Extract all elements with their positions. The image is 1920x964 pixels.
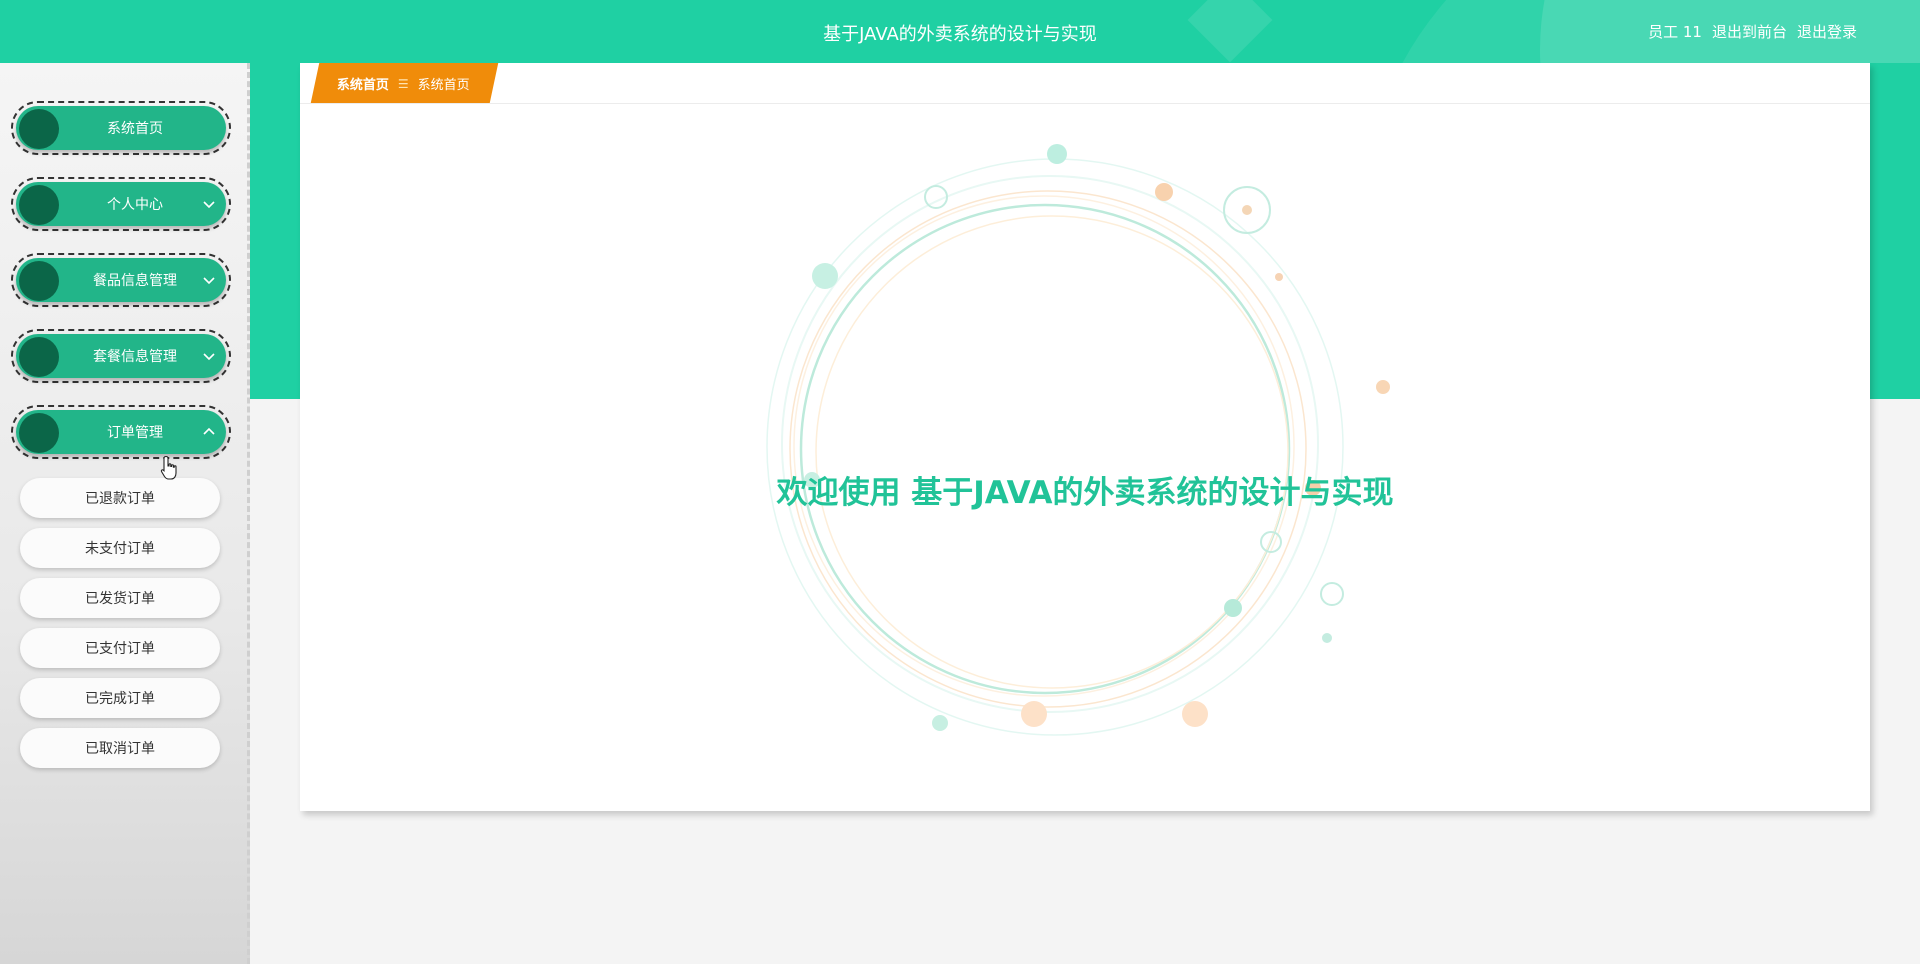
submenu-item-paid-orders[interactable]: 已支付订单 [20,628,220,668]
breadcrumb-current: 系统首页 [417,77,470,93]
breadcrumb-home-link[interactable]: 系统首页 [337,74,389,93]
hand-cursor-icon [160,455,177,480]
logout-link[interactable]: 退出登录 [1797,21,1857,42]
sidebar-item-home[interactable]: 系统首页 [11,101,231,155]
sidebar-item-label: 个人中心 [107,197,163,213]
chevron-down-icon [203,353,215,361]
main-content-card: 系统首页 ☰ 系统首页 欢迎使用 基于JAVA的外卖系统的设计与实现 [300,63,1870,811]
menu-knob-icon [19,413,59,453]
front-page-link[interactable]: 退出到前台 [1712,21,1787,42]
sidebar-item-label: 餐品信息管理 [93,273,177,289]
chevron-down-icon [203,201,215,209]
sidebar-item-label: 系统首页 [107,121,163,137]
menu-knob-icon [19,109,59,149]
sidebar-item-dish-management[interactable]: 餐品信息管理 [11,253,231,307]
submenu-item-cancelled-orders[interactable]: 已取消订单 [20,728,220,768]
menu-knob-icon [19,261,59,301]
user-links: 员工 11 退出到前台 退出登录 [1648,21,1857,42]
sidebar-item-label: 套餐信息管理 [93,349,177,365]
submenu-item-refunded-orders[interactable]: 已退款订单 [20,478,220,518]
submenu-item-shipped-orders[interactable]: 已发货订单 [20,578,220,618]
welcome-message: 欢迎使用 基于JAVA的外卖系统的设计与实现 [776,475,1394,511]
tab-bar: 系统首页 ☰ 系统首页 [300,63,1870,104]
user-name-label: 员工 11 [1648,23,1702,41]
app-title: 基于JAVA的外卖系统的设计与实现 [823,24,1097,45]
welcome-circle-decoration [766,144,1390,736]
sidebar-item-label: 订单管理 [107,425,163,441]
menu-knob-icon [19,185,59,225]
breadcrumb: 系统首页 ☰ 系统首页 [310,63,499,103]
top-header: 基于JAVA的外卖系统的设计与实现 员工 11 退出到前台 退出登录 [0,0,1920,63]
welcome-area: 欢迎使用 基于JAVA的外卖系统的设计与实现 [300,104,1870,811]
sidebar-item-combo-management[interactable]: 套餐信息管理 [11,329,231,383]
menu-knob-icon [19,337,59,377]
sidebar-item-personal-center[interactable]: 个人中心 [11,177,231,231]
submenu-item-unpaid-orders[interactable]: 未支付订单 [20,528,220,568]
breadcrumb-separator-icon: ☰ [398,76,409,90]
submenu-item-completed-orders[interactable]: 已完成订单 [20,678,220,718]
chevron-down-icon [203,277,215,285]
sidebar-item-order-management[interactable]: 订单管理 [11,405,231,459]
sidebar: 系统首页 个人中心 餐品信息管理 套餐信息管理 订单管理 已退款订单 未支付订单… [0,63,250,964]
chevron-up-icon [203,427,215,435]
